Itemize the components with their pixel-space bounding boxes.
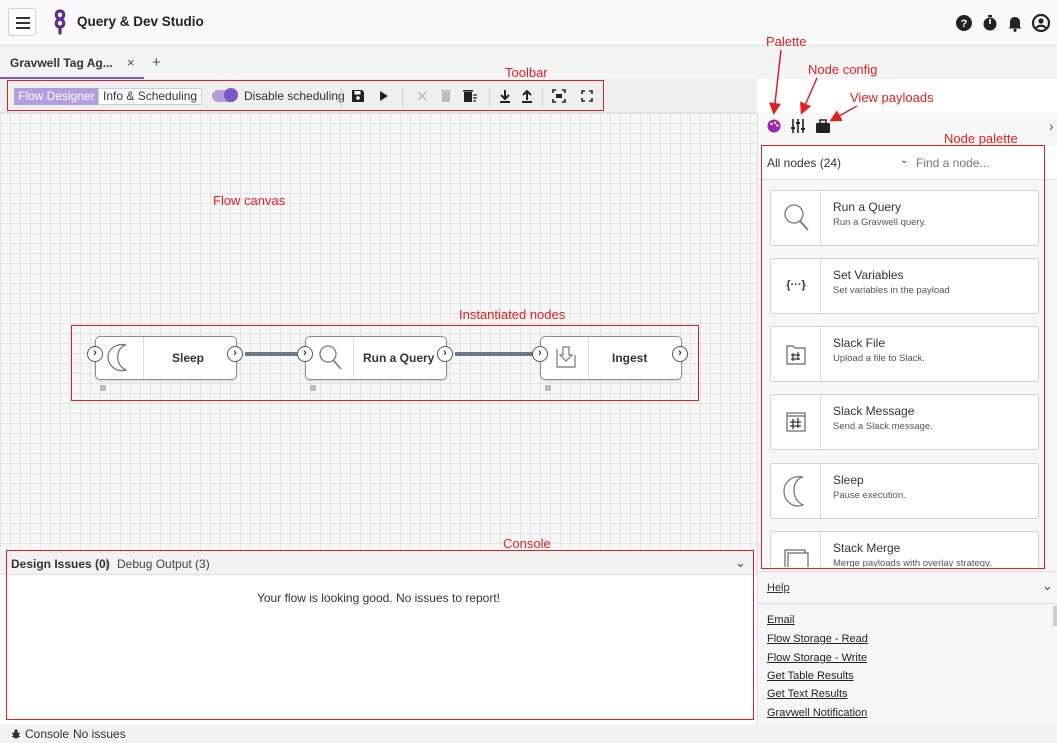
help-scrollbar[interactable] — [1053, 606, 1057, 626]
help-header[interactable]: Help ⌄ — [758, 571, 1057, 604]
notifications-bell-icon[interactable] — [1005, 13, 1025, 33]
add-tab-button[interactable]: + — [152, 54, 161, 71]
account-icon[interactable] — [1031, 13, 1051, 33]
collapse-panel-icon[interactable]: › — [1049, 118, 1054, 134]
tab-close-icon[interactable]: × — [127, 55, 135, 70]
status-console-button[interactable]: Console — [25, 727, 69, 741]
chevron-down-icon[interactable]: ⌄ — [1042, 578, 1053, 594]
flow-canvas-annotation-label: Flow canvas — [213, 193, 286, 208]
hamburger-menu-button[interactable] — [8, 8, 36, 36]
palette-icon[interactable] — [767, 119, 781, 133]
toolbar-annotation-box — [7, 80, 604, 111]
status-text: No issues — [73, 727, 126, 741]
tab-gravwell-tag-ag[interactable]: Gravwell Tag Ag... × — [0, 46, 144, 79]
bug-icon — [11, 729, 21, 739]
instantiated-nodes-annotation-label: Instantiated nodes — [459, 307, 566, 322]
status-bar: Console No issues — [0, 724, 1057, 743]
view-payloads-icon[interactable] — [815, 118, 831, 134]
svg-text:?: ? — [961, 18, 968, 30]
tab-label: Gravwell Tag Ag... — [10, 56, 113, 70]
node-palette-annotation-box — [761, 145, 1045, 569]
toolbar-annotation-label: Toolbar — [505, 65, 548, 80]
app-title: Query & Dev Studio — [77, 14, 204, 29]
node-config-icon[interactable] — [790, 118, 806, 134]
view-payloads-annotation-label: View payloads — [850, 90, 934, 105]
help-icon[interactable]: ? — [954, 13, 974, 33]
node-palette-annotation-label: Node palette — [944, 131, 1018, 146]
help-link-get-text-results[interactable]: Get Text Results — [767, 688, 848, 700]
node-config-annotation-label: Node config — [808, 62, 878, 77]
timer-icon[interactable] — [980, 13, 1000, 33]
help-link-email[interactable]: Email — [767, 614, 795, 626]
app-header: Query & Dev Studio ? — [0, 0, 1057, 46]
palette-annotation-label: Palette — [766, 34, 807, 49]
gravwell-logo — [54, 9, 66, 35]
help-link-get-table-results[interactable]: Get Table Results — [767, 670, 854, 682]
console-annotation-box — [6, 550, 754, 720]
help-link-flow-storage-read[interactable]: Flow Storage - Read — [767, 633, 868, 645]
help-link-gravwell-notification[interactable]: Gravwell Notification — [767, 707, 867, 719]
nodes-annotation-box — [71, 325, 699, 401]
help-title: Help — [767, 582, 790, 594]
help-link-flow-storage-write[interactable]: Flow Storage - Write — [767, 652, 867, 664]
console-annotation-label: Console — [503, 536, 551, 551]
